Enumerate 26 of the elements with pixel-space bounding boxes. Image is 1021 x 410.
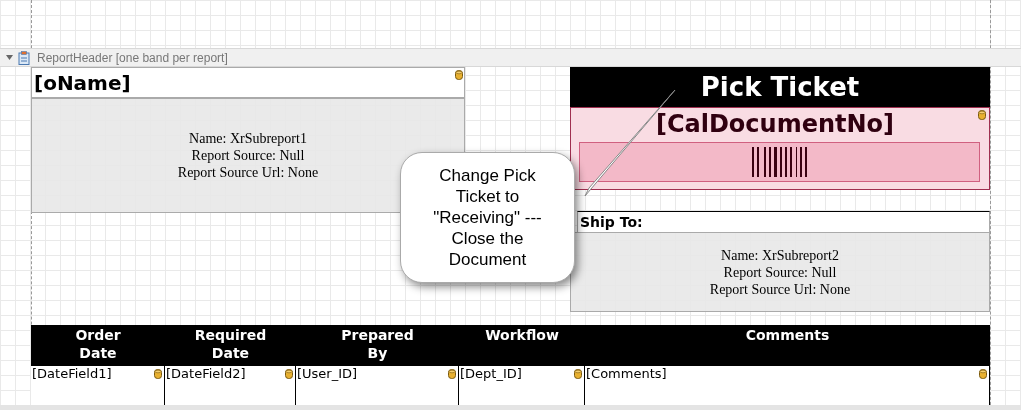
document-number: [CalDocumentNo] [654,109,896,140]
column-header: Comments [744,326,831,345]
column-header: Required Date [193,326,268,363]
report-title[interactable]: Pick Ticket [570,67,990,107]
clipboard-icon [18,50,30,65]
band-title: ReportHeader [one band per report] [37,49,228,67]
column-header: Prepared By [340,326,415,363]
database-icon [154,369,162,379]
name-field[interactable]: [oName] [31,67,465,98]
database-icon [574,369,582,379]
ship-to-label[interactable]: Ship To: [577,211,990,232]
subreport-info: Name: XrSubreport1 Report Source: Null Report Source Url: None [177,130,319,181]
subreport-panel[interactable]: Name: XrSubreport2 Report Source: Null Report Source Url: None [570,232,990,312]
collapse-toggle-icon[interactable] [5,53,14,62]
subreport-info: Name: XrSubreport2 Report Source: Null Report Source Url: None [709,246,851,298]
database-icon [285,369,293,379]
barcode[interactable] [579,142,980,182]
database-icon [979,369,987,379]
database-icon [448,369,456,379]
barcode-icon [751,147,808,177]
column-header: Workflow [484,326,560,345]
database-icon [455,70,463,80]
callout-note: Change Pick Ticket to "Receiving" --- Close the Document [400,152,575,283]
column-header: Order Date [74,326,122,363]
band-header[interactable]: ReportHeader [one band per report] [0,48,1021,67]
database-icon [978,110,986,120]
